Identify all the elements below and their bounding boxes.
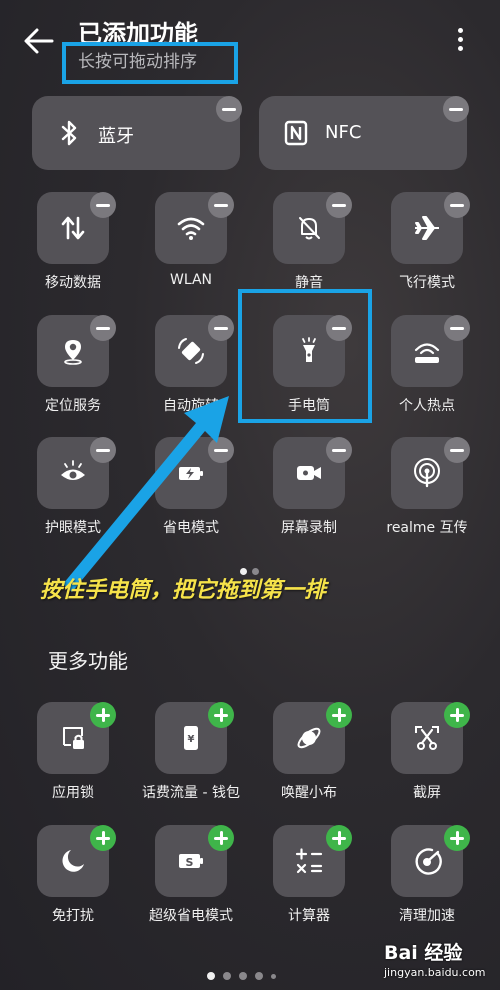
add-badge[interactable]: [90, 702, 116, 728]
tile-label: 截屏: [413, 785, 441, 801]
add-badge[interactable]: [444, 702, 470, 728]
calculator-icon: [295, 848, 323, 874]
tile-label: 话费流量 - 钱包: [142, 785, 240, 801]
section-title-more: 更多功能: [48, 649, 128, 673]
battery-saver-icon: [179, 467, 203, 480]
tile-label: realme 互传: [386, 520, 468, 536]
app-lock-icon: [63, 727, 84, 749]
add-badge[interactable]: [326, 702, 352, 728]
hotspot-icon: [414, 343, 440, 363]
remove-badge[interactable]: [444, 315, 470, 341]
bluetooth-icon: [61, 120, 77, 146]
tile-label: 飞行模式: [399, 275, 455, 291]
remove-badge[interactable]: [208, 437, 234, 463]
nfc-icon: [284, 120, 308, 146]
watermark-url: jingyan.baidu.com: [384, 966, 486, 979]
tile-label: 唤醒小布: [281, 785, 337, 801]
flashlight-highlight-box: [238, 289, 372, 423]
rotate-icon: [178, 338, 204, 364]
wallet-phone-icon: ¥: [184, 726, 198, 750]
tile-label: 清理加速: [399, 908, 455, 924]
remove-badge[interactable]: [90, 192, 116, 218]
tile-label: 应用锁: [52, 785, 94, 801]
tile-label: 定位服务: [45, 398, 101, 414]
remove-badge[interactable]: [90, 315, 116, 341]
screenshot-icon: [415, 726, 439, 750]
tile-label: WLAN: [169, 272, 212, 288]
remove-badge[interactable]: [326, 192, 352, 218]
tile-bluetooth[interactable]: 蓝牙: [32, 96, 240, 170]
remove-badge[interactable]: [208, 315, 234, 341]
remove-badge[interactable]: [208, 192, 234, 218]
remove-badge[interactable]: [90, 437, 116, 463]
bell-off-icon: [299, 217, 320, 240]
subtitle-highlight-box: [62, 42, 238, 84]
tile-label: 移动数据: [45, 275, 101, 291]
remove-badge-bluetooth[interactable]: [216, 96, 242, 122]
tile-label: 免打扰: [52, 908, 94, 924]
tile-label: 蓝牙: [98, 126, 134, 147]
tile-label: 自动旋转: [163, 398, 219, 414]
add-badge[interactable]: [208, 825, 234, 851]
add-badge[interactable]: [444, 825, 470, 851]
add-badge[interactable]: [90, 825, 116, 851]
eye-icon: [61, 460, 85, 480]
super-saver-icon: S: [179, 854, 203, 869]
watermark: Bai 经验 jingyan.baidu.com: [372, 936, 496, 988]
tile-label: 超级省电模式: [149, 908, 233, 924]
remove-badge[interactable]: [326, 437, 352, 463]
mobile-data-icon: [61, 216, 85, 240]
instruction-text: 按住手电筒，把它拖到第一排: [40, 578, 327, 603]
svg-text:S: S: [186, 856, 194, 869]
add-badge[interactable]: [326, 825, 352, 851]
add-badge[interactable]: [208, 702, 234, 728]
moon-icon: [62, 850, 84, 872]
tile-nfc[interactable]: NFC: [259, 96, 467, 170]
wifi-icon: [177, 217, 205, 240]
remove-badge-nfc[interactable]: [443, 96, 469, 122]
location-icon: [64, 340, 82, 365]
tile-label: 省电模式: [163, 520, 219, 536]
svg-text:¥: ¥: [188, 734, 195, 745]
watermark-brand: Bai 经验: [384, 942, 463, 964]
share-signal-icon: [414, 458, 440, 488]
tile-label: NFC: [325, 122, 362, 143]
screen-record-icon: [297, 466, 321, 480]
more-vertical-icon[interactable]: [452, 28, 468, 58]
clean-boost-icon: [415, 848, 442, 875]
airplane-icon: [415, 216, 439, 240]
remove-badge[interactable]: [444, 192, 470, 218]
assistant-icon: [297, 727, 321, 749]
remove-badge[interactable]: [444, 437, 470, 463]
tile-label: 屏幕录制: [281, 520, 337, 536]
tile-label: 个人热点: [399, 398, 455, 414]
tile-label: 计算器: [288, 908, 330, 924]
back-arrow-icon[interactable]: [22, 26, 56, 56]
page-indicator-bottom: [207, 965, 284, 984]
tile-label: 护眼模式: [45, 520, 101, 536]
